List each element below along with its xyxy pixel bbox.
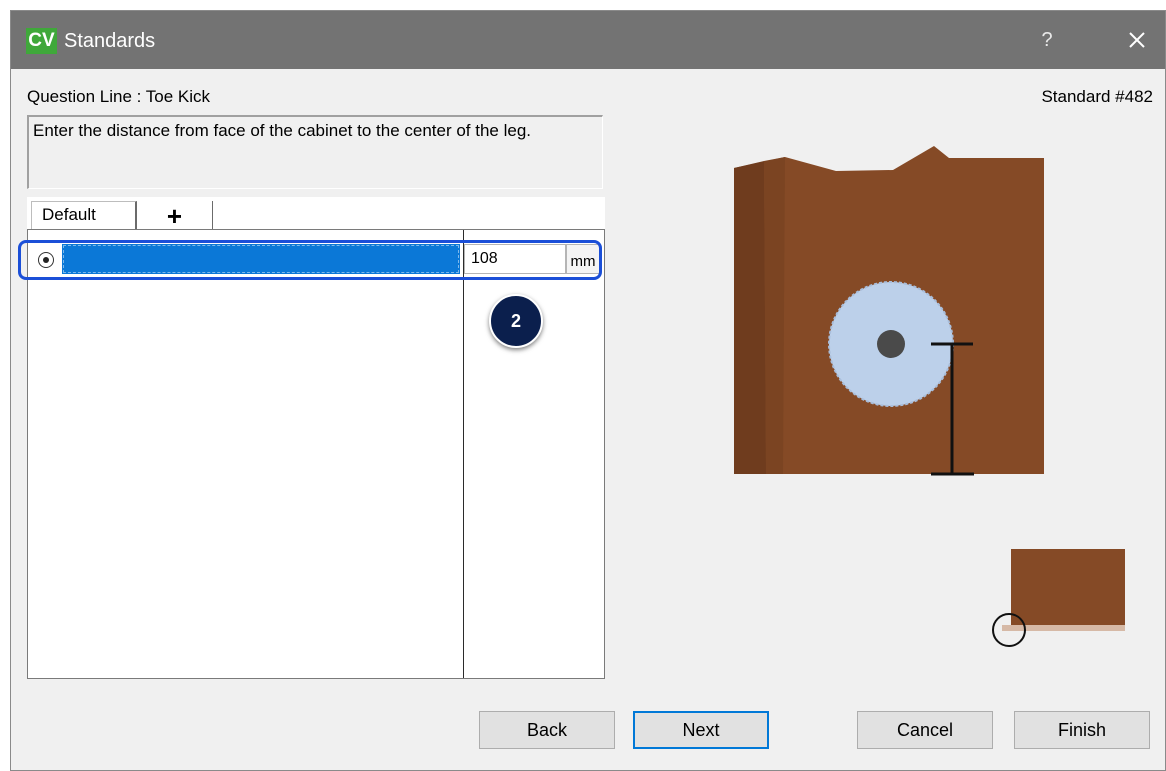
column-divider <box>463 230 464 678</box>
cabinet-thumbnail <box>992 549 1125 647</box>
close-button[interactable] <box>1119 25 1155 55</box>
finish-button[interactable]: Finish <box>1014 711 1150 749</box>
cancel-button[interactable]: Cancel <box>857 711 993 749</box>
question-line-label: Question Line : Toe Kick <box>27 87 211 106</box>
next-button[interactable]: Next <box>633 711 769 749</box>
add-tab-button[interactable]: + <box>137 201 213 231</box>
app-logo: CV <box>26 28 57 54</box>
step-callout-badge: 2 <box>489 294 543 348</box>
toe-kick-diagram <box>734 146 1125 647</box>
question-description: Enter the distance from face of the cabi… <box>27 115 603 189</box>
title-bar: CV Standards ? <box>11 11 1165 69</box>
answer-tabs: Default + <box>27 197 605 231</box>
standards-dialog: CV Standards ? Question Line : Toe Kick … <box>10 10 1166 771</box>
back-button[interactable]: Back <box>479 711 615 749</box>
close-icon <box>1129 32 1145 48</box>
window-title: Standards <box>64 30 156 52</box>
tab-default[interactable]: Default <box>31 201 137 229</box>
standard-number-label: Standard #482 <box>1041 87 1153 106</box>
row-highlight-annotation <box>18 240 602 280</box>
help-button[interactable]: ? <box>1033 25 1061 55</box>
plus-icon: + <box>166 201 183 231</box>
